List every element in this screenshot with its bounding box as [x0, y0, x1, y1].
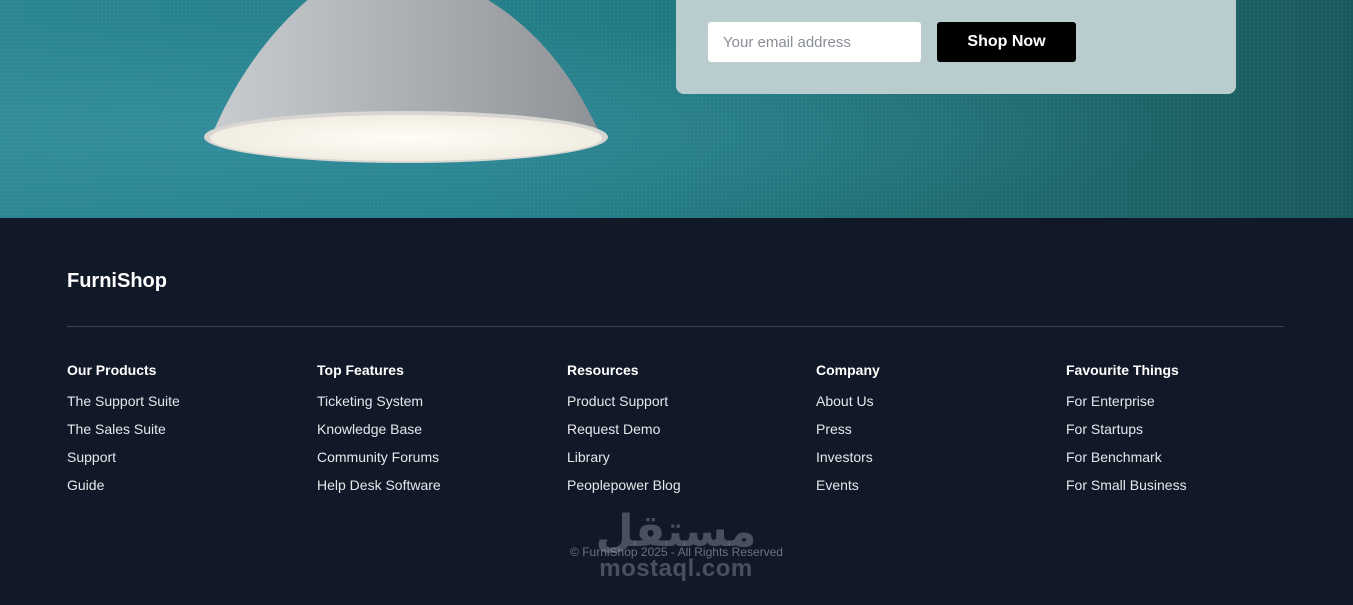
footer-link[interactable]: About Us [816, 393, 1046, 421]
footer-link[interactable]: Help Desk Software [317, 477, 547, 505]
watermark-latin-text: mostaql.com [599, 555, 753, 582]
footer-column-company: Company About Us Press Investors Events [816, 361, 1046, 505]
footer-column-favourite-things: Favourite Things For Enterprise For Star… [1066, 361, 1296, 505]
newsletter-panel: Shop Now [676, 0, 1236, 94]
footer-link[interactable]: For Startups [1066, 421, 1296, 449]
footer-link[interactable]: For Small Business [1066, 477, 1296, 505]
column-title: Resources [567, 362, 639, 378]
footer-link[interactable]: Peoplepower Blog [567, 477, 797, 505]
footer-link[interactable]: Investors [816, 449, 1046, 477]
hero-banner: Shop Now [0, 0, 1353, 218]
mostaql-watermark: مستقل mostaql.com [566, 508, 786, 598]
footer-link[interactable]: For Enterprise [1066, 393, 1296, 421]
footer-link[interactable]: The Sales Suite [67, 421, 297, 449]
footer-link[interactable]: Library [567, 449, 797, 477]
column-title: Top Features [317, 362, 404, 378]
footer-link[interactable]: Support [67, 449, 297, 477]
pendant-lamp-image [204, 0, 608, 163]
watermark-arabic-text: مستقل [595, 506, 757, 557]
column-title: Favourite Things [1066, 362, 1179, 378]
column-title: Our Products [67, 362, 157, 378]
footer-link[interactable]: Product Support [567, 393, 797, 421]
footer-link[interactable]: Press [816, 421, 1046, 449]
footer-divider [67, 326, 1284, 327]
footer-brand[interactable]: FurniShop [67, 270, 167, 293]
shop-now-button[interactable]: Shop Now [937, 22, 1076, 62]
footer-link[interactable]: Events [816, 477, 1046, 505]
column-title: Company [816, 362, 880, 378]
footer-link[interactable]: The Support Suite [67, 393, 297, 421]
footer-column-our-products: Our Products The Support Suite The Sales… [67, 361, 297, 505]
footer-link[interactable]: Guide [67, 477, 297, 505]
footer-link[interactable]: Community Forums [317, 449, 547, 477]
footer-link[interactable]: Request Demo [567, 421, 797, 449]
footer-column-resources: Resources Product Support Request Demo L… [567, 361, 797, 505]
footer-link[interactable]: Ticketing System [317, 393, 547, 421]
site-footer: FurniShop Our Products The Support Suite… [0, 218, 1353, 605]
email-input[interactable] [708, 22, 921, 62]
footer-link[interactable]: Knowledge Base [317, 421, 547, 449]
footer-column-top-features: Top Features Ticketing System Knowledge … [317, 361, 547, 505]
footer-link[interactable]: For Benchmark [1066, 449, 1296, 477]
